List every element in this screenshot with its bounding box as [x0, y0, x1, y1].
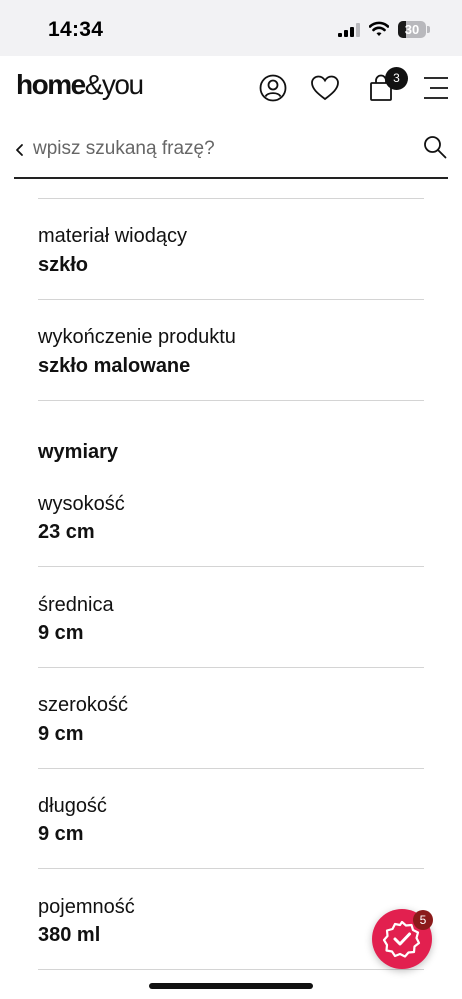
search-icon[interactable] — [423, 135, 447, 159]
signal-icon — [338, 23, 360, 37]
account-icon[interactable] — [258, 73, 288, 103]
divider — [38, 768, 424, 769]
divider — [38, 667, 424, 668]
home-indicator — [149, 983, 313, 989]
attribute-label: wykończenie produktu — [38, 326, 236, 348]
status-bar: 14:34 30 — [0, 0, 462, 56]
battery-level: 30 — [404, 22, 420, 37]
attribute-value: szkło — [38, 254, 89, 276]
battery-icon: 30 — [398, 21, 430, 38]
dimension-value: 23 cm — [38, 521, 95, 543]
divider — [38, 868, 424, 869]
dimension-label: pojemność — [38, 896, 135, 918]
dimension-value: 9 cm — [38, 723, 84, 745]
dimension-label: szerokość — [38, 694, 129, 716]
search-bar[interactable]: wpisz szukaną frazę? — [14, 122, 448, 179]
dimension-label: średnica — [38, 594, 114, 616]
divider — [38, 299, 424, 300]
dimension-value: 380 ml — [38, 924, 101, 946]
divider — [38, 400, 424, 401]
dimension-label: wysokość — [38, 493, 125, 515]
divider — [38, 566, 424, 567]
wifi-icon — [369, 21, 389, 36]
divider — [38, 969, 424, 970]
attribute-label: materiał wiodący — [38, 225, 187, 247]
logo[interactable]: home&you — [16, 69, 144, 101]
divider — [38, 198, 424, 199]
status-time: 14:34 — [48, 18, 104, 41]
dimension-value: 9 cm — [38, 823, 84, 845]
chevron-left-icon[interactable] — [14, 142, 26, 158]
menu-icon[interactable] — [422, 73, 452, 103]
product-specifications: materiał wiodący szkło wykończenie produ… — [38, 179, 424, 999]
section-title-dimensions: wymiary — [38, 441, 119, 463]
attribute-value: szkło malowane — [38, 355, 191, 377]
dimension-label: długość — [38, 795, 107, 817]
notification-count-badge: 5 — [413, 910, 433, 930]
heart-icon[interactable] — [310, 73, 340, 103]
cart-count-badge: 3 — [385, 67, 408, 90]
dimension-value: 9 cm — [38, 622, 84, 644]
search-input[interactable]: wpisz szukaną frazę? — [33, 138, 215, 160]
